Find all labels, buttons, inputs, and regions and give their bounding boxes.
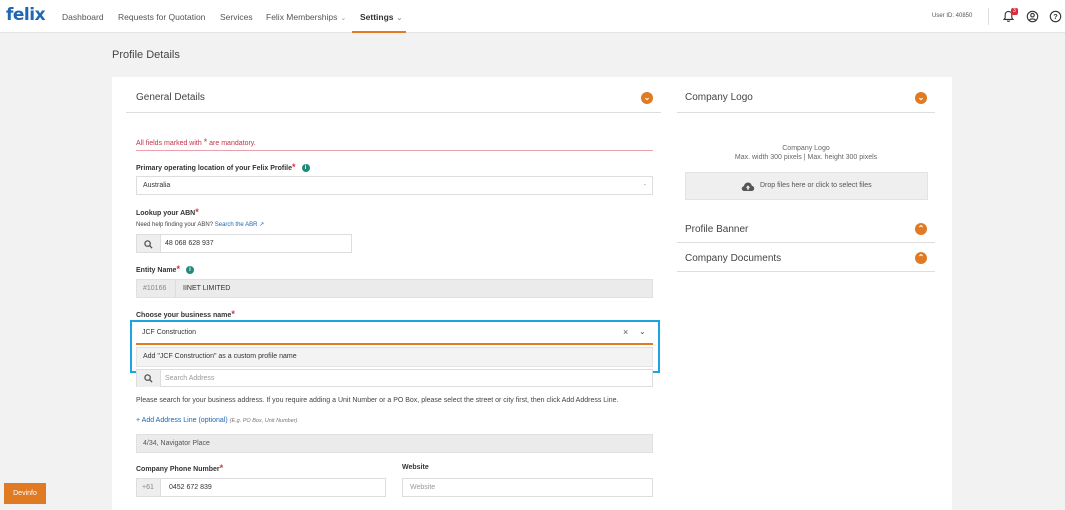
info-icon[interactable]: i — [185, 266, 194, 275]
svg-text:?: ? — [1053, 12, 1058, 21]
dropdown-arrow-icon: - — [643, 182, 646, 189]
business-name-label-text: Choose your business name — [136, 312, 232, 319]
search-abr-link[interactable]: Search the ABR — [215, 222, 258, 228]
address-line-value: 4/34, Navigator Place — [143, 440, 210, 447]
page-title: Profile Details — [112, 49, 180, 61]
cloud-upload-icon — [741, 182, 755, 191]
search-button[interactable] — [137, 370, 161, 387]
section-divider — [126, 112, 661, 113]
entity-name-value: IINET LIMITED — [183, 285, 231, 292]
notification-badge: 3 — [1011, 8, 1018, 15]
help-icon[interactable]: ? — [1049, 10, 1062, 23]
profile-banner-heading[interactable]: Profile Banner — [685, 224, 748, 235]
entity-code: #10166 — [143, 285, 167, 292]
website-placeholder: Website — [410, 484, 436, 491]
address-line-field[interactable]: 4/34, Navigator Place — [136, 434, 653, 453]
nav-felix-memberships-label: Felix Memberships — [266, 12, 338, 22]
nav-services[interactable]: Services — [220, 12, 253, 22]
chevron-down-icon[interactable]: ⌄ — [639, 327, 646, 336]
devinfo-button[interactable]: Devinfo — [4, 483, 46, 504]
section-divider — [677, 242, 935, 243]
chevron-up-icon[interactable]: ⌃ — [915, 223, 927, 235]
search-icon — [144, 240, 153, 249]
user-profile-icon[interactable] — [1026, 10, 1039, 23]
dropzone-text: Drop files here or click to select files — [760, 182, 872, 189]
search-icon — [144, 374, 153, 383]
address-search-placeholder: Search Address — [165, 375, 215, 382]
chevron-down-icon[interactable]: ⌄ — [915, 92, 927, 104]
phone-prefix: +61 — [142, 484, 154, 491]
company-logo-info-size: Max. width 300 pixels | Max. height 300 … — [734, 154, 878, 161]
required-asterisk: * — [291, 162, 296, 172]
nav-settings-label: Settings — [360, 12, 394, 22]
address-search-input[interactable]: Search Address — [136, 369, 653, 387]
business-name-label: Choose your business name* — [136, 309, 235, 319]
nav-dashboard[interactable]: Dashboard — [62, 12, 104, 22]
chevron-up-icon[interactable]: ⌃ — [915, 252, 927, 264]
info-icon[interactable]: i — [301, 164, 310, 173]
add-address-line-link[interactable]: + Add Address Line (optional) (E.g. PO B… — [136, 417, 297, 424]
input-focus-underline — [136, 343, 653, 345]
felix-logo[interactable]: felix — [6, 5, 46, 25]
mandatory-note-suffix: are mandatory. — [207, 140, 256, 147]
abn-input-value: 48 068 628 937 — [165, 240, 214, 247]
phone-value: 0452 672 839 — [169, 484, 212, 491]
logo-dropzone[interactable]: Drop files here or click to select files — [685, 172, 928, 200]
business-name-input[interactable]: JCF Construction × ⌄ — [136, 324, 653, 343]
phone-prefix-box: +61 — [137, 479, 161, 496]
company-documents-heading[interactable]: Company Documents — [685, 253, 781, 264]
chevron-down-icon: ⌄ — [396, 15, 403, 22]
custom-name-option[interactable]: Add "JCF Construction" as a custom profi… — [136, 347, 653, 367]
general-details-heading: General Details — [136, 92, 205, 103]
nav-settings[interactable]: Settings ⌄ — [360, 12, 402, 22]
business-name-value: JCF Construction — [142, 329, 197, 336]
entity-name-field: #10166 IINET LIMITED — [136, 279, 653, 298]
user-id: User ID: 40850 — [932, 13, 973, 19]
location-select[interactable]: Australia - — [136, 176, 653, 195]
divider — [988, 8, 989, 25]
add-address-line-hint: (E.g. PO Box, Unit Number) — [229, 418, 298, 424]
phone-label-text: Company Phone Number — [136, 466, 220, 473]
abn-help-text: Need help finding your ABN? — [136, 222, 214, 228]
phone-label: Company Phone Number* — [136, 463, 223, 473]
company-logo-heading: Company Logo — [685, 92, 753, 103]
phone-input[interactable]: +61 0452 672 839 — [136, 478, 386, 497]
section-divider — [677, 271, 935, 272]
company-logo-info-title: Company Logo — [782, 145, 830, 152]
top-navbar: felix Dashboard Requests for Quotation S… — [0, 0, 1065, 33]
entity-label-text: Entity Name — [136, 267, 177, 274]
required-asterisk: * — [231, 309, 235, 319]
nav-requests-for-quotation[interactable]: Requests for Quotation — [118, 12, 205, 22]
external-link-icon: ↗ — [259, 222, 265, 228]
chevron-down-icon: ⌄ — [340, 15, 347, 22]
add-address-line-label: + Add Address Line (optional) — [136, 417, 228, 424]
nav-felix-memberships[interactable]: Felix Memberships ⌄ — [266, 12, 346, 22]
website-label: Website — [402, 464, 429, 471]
location-label-text: Primary operating location of your Felix… — [136, 165, 292, 172]
abn-help: Need help finding your ABN? Search the A… — [136, 221, 264, 228]
chevron-down-icon[interactable]: ⌄ — [641, 92, 653, 104]
location-select-value: Australia — [143, 182, 171, 189]
mandatory-divider — [136, 150, 653, 151]
active-nav-indicator — [352, 31, 406, 33]
section-divider — [677, 112, 935, 113]
abn-label-text: Lookup your ABN — [136, 210, 196, 217]
required-asterisk: * — [219, 463, 224, 473]
mandatory-note-prefix: All fields marked with — [136, 140, 204, 147]
address-note: Please search for your business address.… — [136, 397, 619, 404]
custom-name-option-label: Add "JCF Construction" as a custom profi… — [143, 353, 297, 360]
clear-icon[interactable]: × — [623, 327, 628, 337]
location-label: Primary operating location of your Felix… — [136, 162, 310, 173]
search-button[interactable] — [137, 235, 161, 252]
abn-label: Lookup your ABN* — [136, 207, 199, 217]
entity-label: Entity Name* i — [136, 264, 194, 275]
mandatory-note: All fields marked with * are mandatory. — [136, 137, 256, 147]
required-asterisk: * — [195, 207, 199, 217]
abn-input[interactable]: 48 068 628 937 — [136, 234, 352, 253]
required-asterisk: * — [176, 264, 180, 274]
field-divider — [175, 280, 176, 297]
company-logo-info: Company Logo Max. width 300 pixels | Max… — [685, 144, 927, 162]
website-input[interactable]: Website — [402, 478, 653, 497]
